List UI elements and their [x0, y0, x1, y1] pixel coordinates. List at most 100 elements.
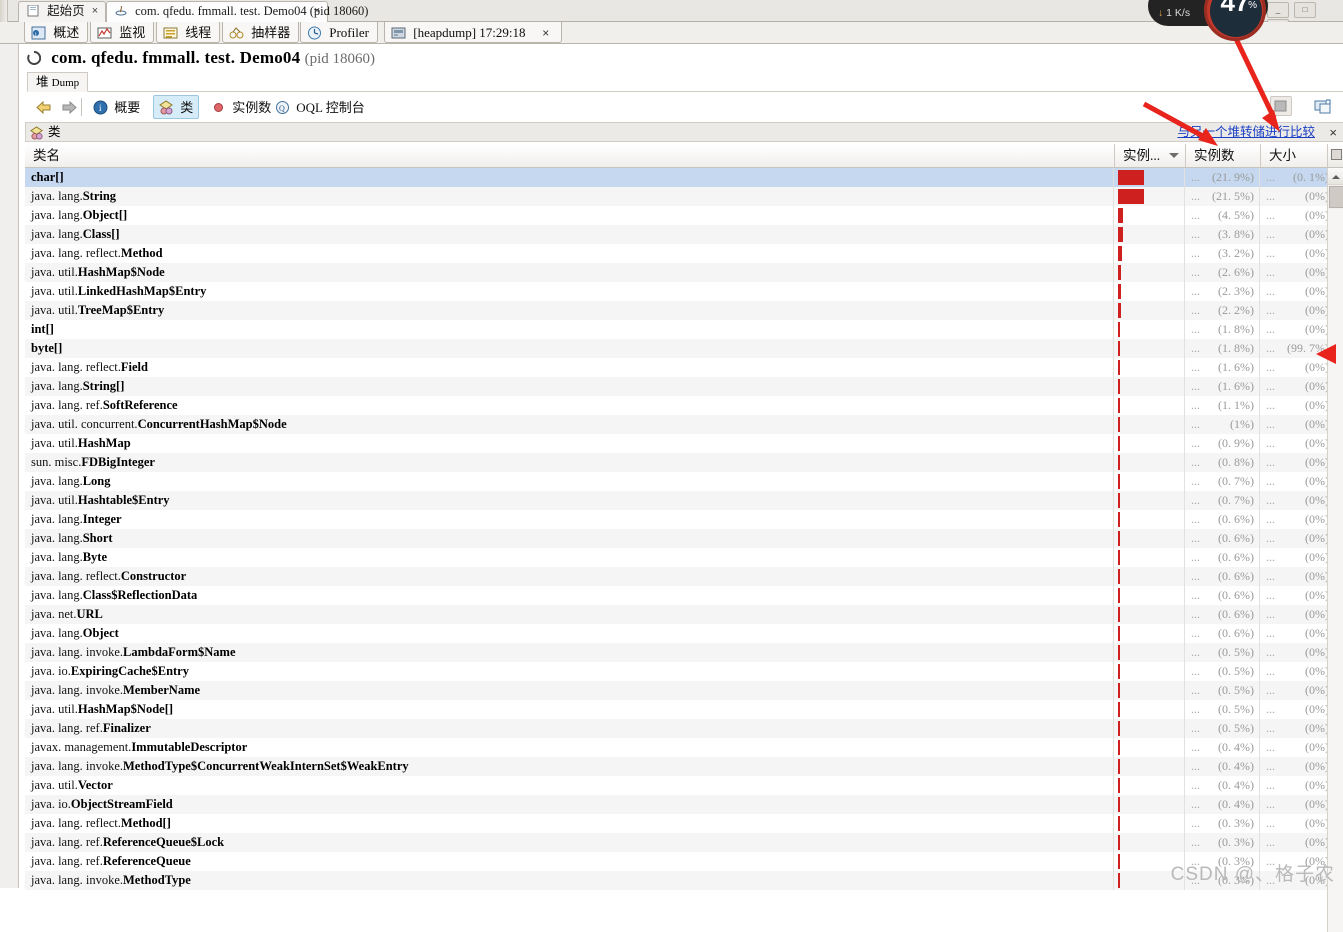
table-row[interactable]: java. lang.Object ... (0. 6%)... (0%) [25, 624, 1343, 643]
table-row[interactable]: java. io.ExpiringCache$Entry ... (0. 5%)..… [25, 662, 1343, 681]
table-row[interactable]: java. lang.Short ... (0. 6%)... (0%) [25, 529, 1343, 548]
tab-heap-dump[interactable]: 堆 Dump [27, 72, 89, 92]
table-row[interactable]: java. lang. ref.ReferenceQueue$Lock ... (0… [25, 833, 1343, 852]
table-vertical-scrollbar[interactable] [1327, 168, 1343, 932]
compare-heapdump-link[interactable]: 与另一个堆转储进行比较 [1177, 123, 1315, 142]
toolbar-detach-button[interactable] [1312, 96, 1334, 116]
cell-class-name: java. util.Vector [25, 776, 1114, 795]
table-row[interactable]: java. io.ObjectStreamField ... (0. 4%)...(… [25, 795, 1343, 814]
table-row[interactable]: java. lang. ref.Finalizer ... (0. 5%)... (0… [25, 719, 1343, 738]
table-row[interactable]: java. net.URL ... (0. 6%)... (0%) [25, 605, 1343, 624]
instances-bar-fill [1118, 702, 1120, 717]
table-row[interactable]: java. lang. reflect.Method ... (3. 2%)...(… [25, 244, 1343, 263]
scrollbar-thumb[interactable] [1329, 186, 1343, 208]
column-header-instances-bar[interactable]: 实例... [1115, 144, 1186, 167]
table-row[interactable]: java. lang.Class$ReflectionData ... (0. 6%… [25, 586, 1343, 605]
table-row[interactable]: java. util.HashMap ... (0. 9%)... (0%) [25, 434, 1343, 453]
class-simple-name: Vector [77, 778, 113, 792]
table-row[interactable]: int[] ... (1. 8%)... (0%) [25, 320, 1343, 339]
close-icon[interactable]: × [1329, 123, 1337, 142]
table-row[interactable]: java. lang.Class[] ... (3. 8%)... (0%) [25, 225, 1343, 244]
table-row[interactable]: java. lang. invoke.MemberName ... (0. 5%).… [25, 681, 1343, 700]
scrollbar-track[interactable] [1328, 209, 1343, 932]
class-package: java. lang. [31, 189, 83, 203]
instances-bar-fill [1118, 873, 1120, 888]
table-row[interactable]: java. lang. ref.SoftReference ... (1. 1%).… [25, 396, 1343, 415]
toolbar-square-button[interactable] [1270, 96, 1292, 116]
outer-tab-demo04[interactable]: com. qfedu. fmmall. test. Demo04 (pid 18… [106, 1, 368, 22]
cell-instances-bar [1115, 206, 1185, 225]
class-simple-name: MethodType$ConcurrentWeakInternSet$WeakE… [123, 759, 409, 773]
maximize-button[interactable]: □ [1294, 2, 1316, 18]
table-body: char[]... (21. 9%)... (0. 1%) java. lang.St… [25, 168, 1343, 932]
cell-instances-count: ... (0. 7%) [1186, 491, 1260, 510]
toolbar-oql-console-button[interactable]: Q OQL 控制台 [269, 95, 371, 119]
table-row[interactable]: java. lang. invoke.LambdaForm$Name ... (0.… [25, 643, 1343, 662]
back-button[interactable] [29, 95, 55, 119]
table-row[interactable]: byte[] ... (1. 8%)... (99. 7%) [25, 339, 1343, 358]
chevron-up-icon [1332, 175, 1340, 179]
table-row[interactable]: sun. misc.FDBigInteger ... (0. 8%)... (0%) [25, 453, 1343, 472]
tab-monitor[interactable]: 监视 [90, 22, 155, 43]
minimize-button[interactable]: _ [1267, 2, 1289, 18]
cell-instances-bar [1115, 377, 1185, 396]
class-simple-name: TreeMap$Entry [77, 303, 165, 317]
column-header-instances-count[interactable]: 实例数 [1186, 144, 1261, 167]
table-row[interactable]: java. util.Hashtable$Entry ... (0. 7%)...(… [25, 491, 1343, 510]
heapdump-document: com. qfedu. fmmall. test. Demo04 (pid 18… [18, 44, 1343, 932]
watermark: CSDN @、格子农 [1170, 864, 1335, 885]
table-row[interactable]: java. lang. invoke.MethodType$Concurrent… [25, 757, 1343, 776]
truncated-value: ... [1191, 816, 1200, 830]
table-row[interactable]: java. lang.Integer ... (0. 6%)... (0%) [25, 510, 1343, 529]
table-row[interactable]: java. util.TreeMap$Entry ... (2. 2%)... (0%… [25, 301, 1343, 320]
table-row[interactable]: java. lang. reflect.Method[] ... (0. 3%)..… [25, 814, 1343, 833]
column-header-size[interactable]: 大小 [1261, 144, 1336, 167]
forward-button[interactable] [55, 95, 81, 119]
document-pid: (pid 18060) [304, 51, 375, 67]
instances-bar-fill [1118, 531, 1120, 546]
table-row[interactable]: java. lang. reflect.Constructor ... (0. 6%… [25, 567, 1343, 586]
toolbar-summary-button[interactable]: i 概要 [87, 95, 146, 119]
table-row[interactable]: java. lang.String ... (21. 5%)... (0%) [25, 187, 1343, 206]
table-row[interactable]: java. util.LinkedHashMap$Entry ... (2. 3%)… [25, 282, 1343, 301]
cell-class-name: sun. misc.FDBigInteger [25, 453, 1114, 472]
table-row[interactable]: javax. management.ImmutableDescriptor...… [25, 738, 1343, 757]
cell-class-name: java. util. concurrent.ConcurrentHashMap… [25, 415, 1114, 434]
close-icon[interactable]: × [539, 23, 553, 44]
tab-threads[interactable]: 线程 [156, 22, 221, 43]
tab-profiler[interactable]: Profiler [300, 22, 378, 43]
truncated-value: ... [1191, 246, 1200, 260]
table-grid-icon [1331, 149, 1342, 160]
truncated-value: ... [1266, 778, 1275, 792]
truncated-value: ... [1191, 664, 1200, 678]
cell-class-name: int[] [25, 320, 1114, 339]
instances-bar-fill [1118, 493, 1120, 508]
tab-heapdump[interactable]: [heapdump] 17:29:18 × [384, 22, 562, 43]
table-row[interactable]: java. util. concurrent.ConcurrentHashMap… [25, 415, 1343, 434]
class-package: java. util. [31, 284, 78, 298]
table-row[interactable]: java. lang. reflect.Field ... (1. 6%)... (0… [25, 358, 1343, 377]
table-row[interactable]: char[] ... (21. 9%)... (0. 1%) [25, 168, 1343, 187]
table-row[interactable]: java. lang. invoke.MethodType... (0. 3%).… [25, 871, 1343, 890]
table-row[interactable]: java. util.Vector ... (0. 4%)... (0%) [25, 776, 1343, 795]
outer-tab-start-page[interactable]: 起始页 × [18, 1, 106, 22]
class-simple-name: Method [120, 246, 163, 260]
toolbar-instances-button[interactable]: 实例数 [205, 95, 277, 119]
table-row[interactable]: java. lang.String[] ... (1. 6%)... (0%) [25, 377, 1343, 396]
table-row[interactable]: java. util.HashMap$Node ... (2. 6%)... (0%) [25, 263, 1343, 282]
table-row[interactable]: java. lang.Object[] ... (4. 5%)... (0%) [25, 206, 1343, 225]
column-header-class-name[interactable]: 类名 [25, 144, 1115, 167]
column-chooser-button[interactable] [1327, 144, 1343, 167]
tab-overview[interactable]: i 概述 [24, 22, 89, 43]
close-icon[interactable]: × [311, 4, 323, 18]
table-row[interactable]: java. lang.Byte ... (0. 6%)... (0%) [25, 548, 1343, 567]
scroll-up-button[interactable] [1328, 168, 1343, 185]
table-row[interactable]: java. util.HashMap$Node[] ... (0. 5%)... (0… [25, 700, 1343, 719]
toolbar-classes-button[interactable]: 类 [153, 95, 200, 119]
table-row[interactable]: java. lang. ref.ReferenceQueue... (0. 3%)… [25, 852, 1343, 871]
table-row[interactable]: java. lang.Long ... (0. 7%)... (0%) [25, 472, 1343, 491]
close-icon[interactable]: × [89, 4, 101, 18]
tab-label: [heapdump] 17:29:18 [413, 25, 526, 40]
tab-sampler[interactable]: 抽样器 [222, 22, 300, 43]
instances-bar-fill [1118, 569, 1120, 584]
